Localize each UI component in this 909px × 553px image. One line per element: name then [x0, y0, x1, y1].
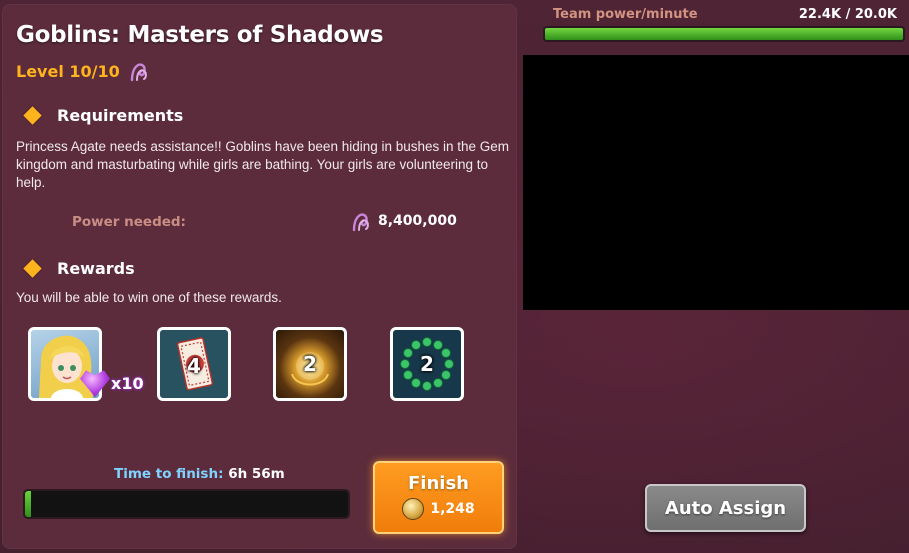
reward-orb[interactable]: 2: [273, 327, 347, 401]
rewards-heading: Rewards: [23, 259, 135, 278]
mission-description: Princess Agate needs assistance!! Goblin…: [16, 139, 510, 190]
team-power-bar: [543, 26, 905, 42]
time-to-finish: Time to finish: 6h 56m: [114, 466, 285, 482]
power-needed-number: 8,400,000: [378, 213, 457, 229]
rewards-title: Rewards: [57, 259, 135, 278]
ticket-count: 4: [187, 354, 201, 378]
koban-coin-icon: [402, 498, 425, 520]
diamond-bullet-icon: [23, 106, 42, 125]
mission-progress-fill: [25, 491, 32, 517]
power-needed-value: 8,400,000: [350, 210, 457, 232]
reward-gems[interactable]: 2: [390, 327, 464, 401]
mission-progress-bar: [23, 489, 350, 519]
finish-button[interactable]: Finish 1,248: [373, 461, 504, 534]
rewards-subtitle: You will be able to win one of these rew…: [16, 290, 282, 305]
diamond-bullet-icon: [23, 259, 42, 278]
time-value: 6h 56m: [228, 466, 285, 482]
mission-title: Goblins: Masters of Shadows: [16, 22, 384, 48]
tentacle-icon: [352, 213, 369, 232]
finish-cost: 1,248: [375, 498, 502, 520]
finish-cost-value: 1,248: [430, 501, 475, 517]
time-label: Time to finish:: [114, 466, 224, 482]
level-text: Level 10/10: [16, 61, 120, 81]
affection-badge: x10: [80, 363, 146, 403]
gem-count: 2: [420, 352, 434, 376]
purple-heart-gem-icon: [80, 370, 110, 397]
requirements-title: Requirements: [57, 106, 184, 125]
orb-count: 2: [303, 352, 317, 376]
team-power-label: Team power/minute: [553, 7, 698, 22]
reward-ticket[interactable]: 4: [157, 327, 231, 401]
affection-multiplier: x10: [111, 373, 144, 393]
auto-assign-button[interactable]: Auto Assign: [645, 484, 806, 532]
mission-level: Level 10/10: [16, 60, 150, 82]
requirements-heading: Requirements: [23, 106, 184, 125]
team-power-value: 22.4K / 20.0K: [798, 7, 897, 22]
team-power-fill: [545, 28, 903, 40]
tentacle-icon: [130, 63, 147, 82]
team-viewport: [523, 55, 909, 310]
power-needed-label: Power needed:: [72, 214, 186, 230]
finish-label: Finish: [408, 473, 469, 494]
